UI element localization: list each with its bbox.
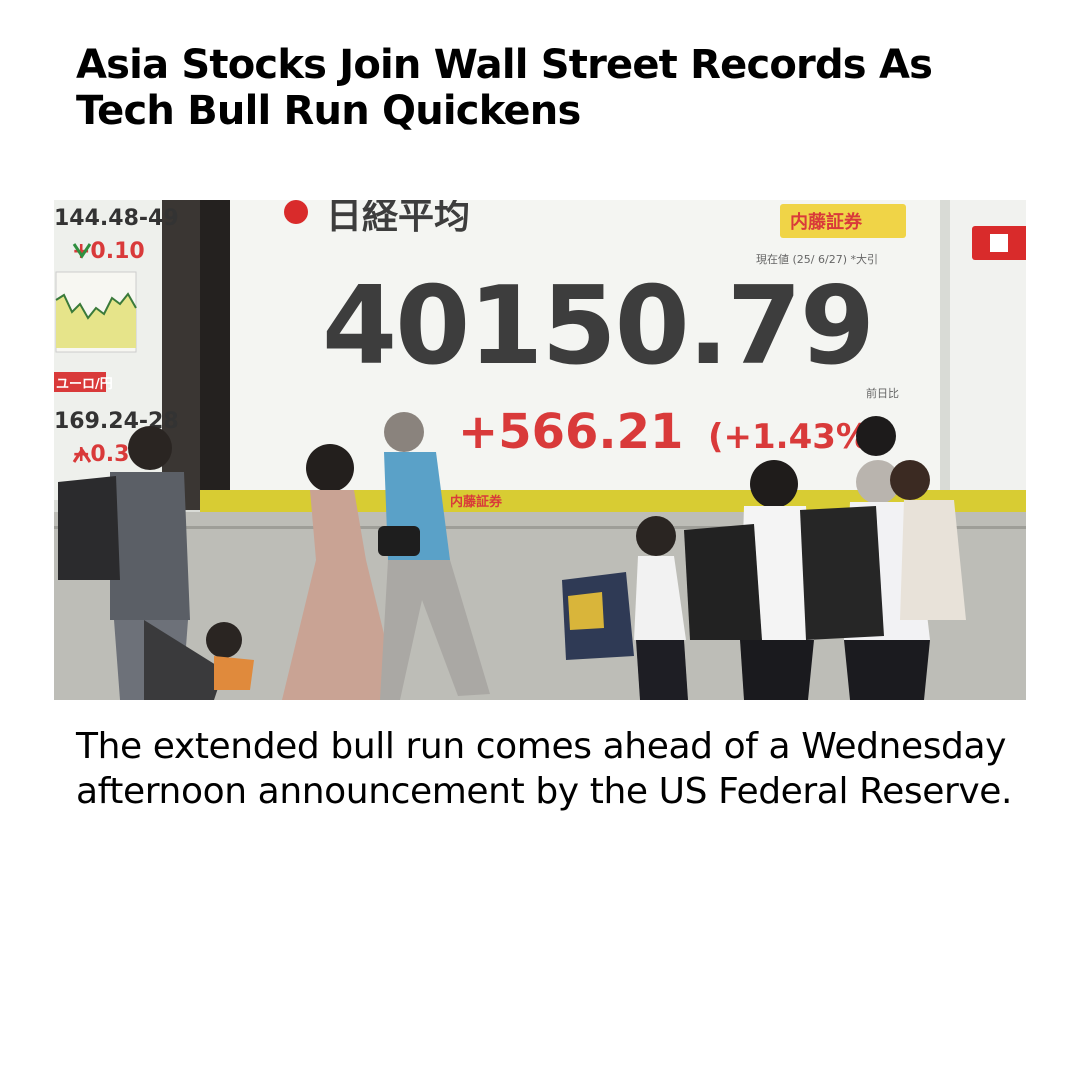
- article-caption: The extended bull run comes ahead of a W…: [76, 726, 1013, 812]
- article-headline: Asia Stocks Join Wall Street Records As …: [76, 42, 933, 134]
- mini-chart: [55, 271, 137, 353]
- index-change-pct: (+1.43%: [708, 417, 870, 457]
- article-photo: 144.48-49 +0.10 ユーロ/円 169.24-28 +0.3 日経平…: [54, 200, 1026, 700]
- photo-scene: 144.48-49 +0.10 ユーロ/円 169.24-28 +0.3 日経平…: [54, 200, 1026, 700]
- broker-name: 内藤証券: [790, 211, 863, 233]
- left-rate-top: 144.48-49: [54, 206, 179, 231]
- index-change: +566.21: [458, 404, 683, 460]
- left-label: ユーロ/円: [56, 377, 113, 392]
- board-title: 日経平均: [326, 200, 470, 237]
- japan-flag-dot-icon: [284, 200, 308, 224]
- band-broker: 内藤証券: [450, 494, 503, 510]
- index-value: 40150.79: [322, 264, 873, 389]
- prev-day-label: 前日比: [866, 386, 899, 400]
- left-change-top: +0.10: [72, 239, 145, 264]
